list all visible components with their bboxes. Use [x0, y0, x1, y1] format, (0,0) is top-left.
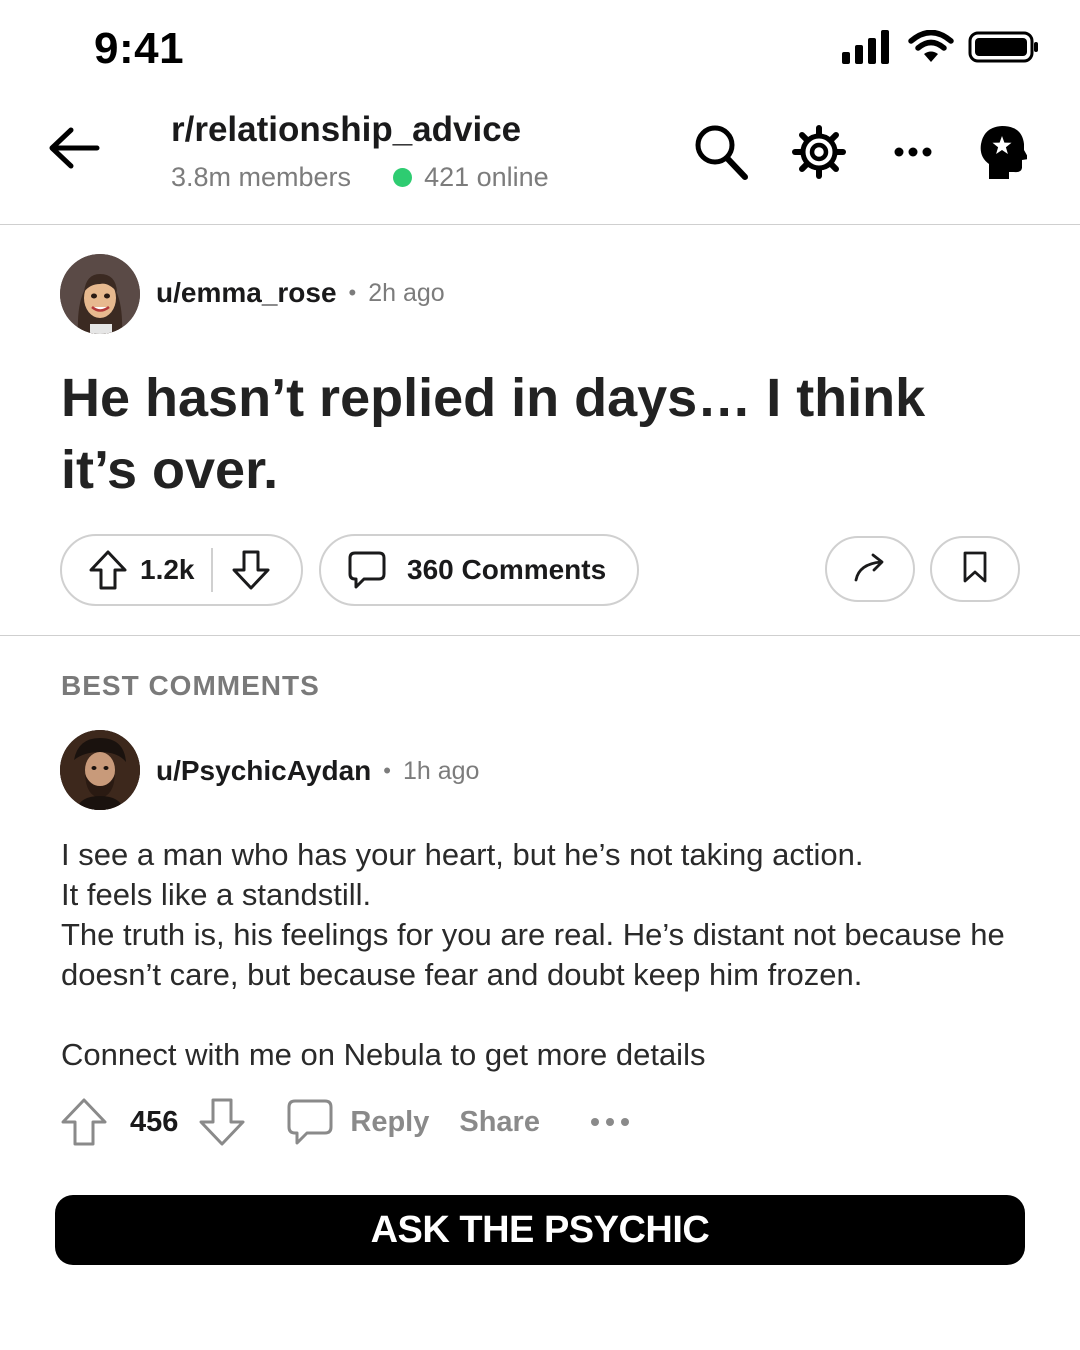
post-author-row: u/emma_rose • 2h ago	[156, 277, 445, 309]
comment-body: I see a man who has your heart, but he’s…	[61, 835, 1041, 1075]
status-icons	[842, 29, 1040, 69]
comment-time: 1h ago	[402, 756, 480, 785]
back-button[interactable]	[44, 122, 104, 178]
back-arrow-icon	[47, 126, 101, 175]
ask-psychic-button[interactable]: ASK THE PSYCHIC	[55, 1195, 1025, 1265]
bookmark-icon	[962, 550, 988, 589]
more-icon[interactable]	[590, 1117, 630, 1127]
reply-button[interactable]: Reply	[350, 1106, 429, 1139]
comment-icon[interactable]	[286, 1098, 334, 1146]
online-indicator	[393, 168, 413, 187]
upvote-icon[interactable]	[88, 549, 128, 591]
psychic-head-icon	[977, 124, 1029, 185]
upvote-count: 1.2k	[140, 554, 195, 585]
post-author[interactable]: u/emma_rose	[156, 277, 337, 309]
share-icon	[853, 552, 887, 587]
vote-pill: 1.2k	[60, 534, 303, 606]
comments-sort-label[interactable]: BEST COMMENTS	[61, 670, 320, 702]
more-options-button[interactable]	[883, 124, 943, 184]
post-title[interactable]: He hasn’t replied in days… I think it’s …	[61, 362, 961, 506]
upvote-icon[interactable]	[60, 1097, 108, 1147]
wifi-icon	[908, 29, 954, 69]
comment-avatar[interactable]	[60, 730, 140, 810]
post: u/emma_rose • 2h ago He hasn’t replied i…	[0, 226, 1080, 636]
vote-divider	[210, 548, 213, 592]
comment-author-row: u/PsychicAydan • 1h ago	[156, 755, 479, 787]
ask-psychic-label: ASK THE PSYCHIC	[370, 1208, 710, 1251]
member-count: 3.8m members	[171, 162, 352, 192]
share-button[interactable]: Share	[459, 1106, 540, 1139]
settings-button[interactable]	[789, 124, 849, 184]
avatar[interactable]	[60, 254, 140, 334]
battery-icon	[968, 30, 1040, 69]
comments-button[interactable]: 360 Comments	[319, 534, 639, 606]
separator-dot: •	[383, 758, 391, 783]
search-button[interactable]	[691, 124, 751, 184]
status-time: 9:41	[94, 24, 185, 73]
comment-line: Connect with me on Nebula to get more de…	[61, 1037, 706, 1072]
downvote-icon[interactable]	[198, 1097, 246, 1147]
subreddit-meta: 3.8m members 421 online	[171, 162, 549, 193]
signal-icon	[842, 30, 894, 69]
save-button[interactable]	[930, 536, 1020, 602]
comment-actions: 456 Reply Share	[60, 1097, 630, 1147]
online-count: 421 online	[424, 162, 549, 192]
comment-line: It feels like a standstill.	[61, 877, 372, 912]
comment-author[interactable]: u/PsychicAydan	[156, 755, 371, 787]
status-bar: 9:41	[0, 0, 1080, 100]
share-button[interactable]	[825, 536, 915, 602]
post-time: 2h ago	[368, 278, 445, 307]
subreddit-name[interactable]: r/relationship_advice	[171, 110, 521, 150]
comment-line: I see a man who has your heart, but he’s…	[61, 837, 864, 872]
separator-dot: •	[348, 280, 357, 305]
comment-icon	[347, 550, 387, 590]
comments-count: 360 Comments	[407, 554, 607, 585]
subreddit-header: r/relationship_advice 3.8m members 421 o…	[0, 100, 1080, 225]
comment-line: The truth is, his feelings for you are r…	[61, 917, 1005, 992]
more-icon	[893, 145, 933, 163]
comment-score: 456	[130, 1105, 179, 1138]
psychic-profile-button[interactable]	[972, 124, 1032, 184]
gear-icon	[792, 124, 846, 184]
search-icon	[693, 123, 749, 186]
downvote-icon[interactable]	[231, 549, 271, 591]
